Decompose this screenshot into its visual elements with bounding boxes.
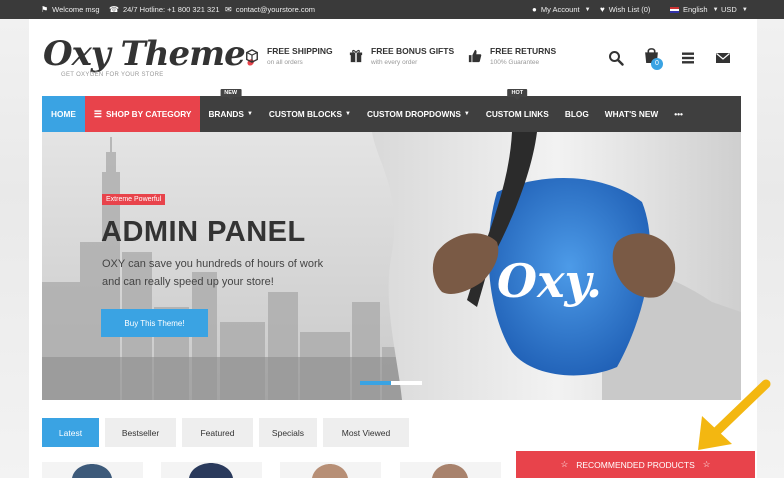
feature-free-returns: FREE RETURNS 100% Guarantee [468, 46, 556, 66]
tab-latest[interactable]: Latest [42, 418, 99, 447]
search-icon[interactable] [608, 50, 624, 66]
nav-blog[interactable]: BLOG [557, 96, 597, 132]
new-badge: NEW [220, 89, 242, 100]
menu-icon[interactable] [680, 50, 696, 66]
product-image [312, 464, 348, 478]
nav-home[interactable]: HOME [42, 96, 85, 132]
annotation-arrow-icon [698, 379, 771, 450]
logo-text: Oxy Theme [43, 34, 246, 74]
flag-uk-icon [670, 6, 679, 13]
product-image [189, 463, 233, 478]
nav-shop-by-category[interactable]: ☰ SHOP BY CATEGORY [84, 96, 201, 132]
star-icon: ☆ [560, 459, 569, 469]
slider-pagination [360, 381, 422, 385]
tab-bestseller[interactable]: Bestseller [105, 418, 176, 447]
user-icon: ● [532, 4, 537, 14]
mail-icon[interactable] [715, 50, 731, 66]
chevron-down-icon: ▼ [584, 6, 591, 13]
currency-selector[interactable]: USD ▼ [721, 0, 748, 19]
product-image [72, 464, 112, 478]
nav-more[interactable]: ••• [666, 96, 691, 132]
main-nav: HOME ☰ SHOP BY CATEGORY NEW BRANDS ▼ CUS… [42, 89, 741, 132]
hero-title: ADMIN PANEL [101, 216, 306, 248]
envelope-icon: ✉ [225, 4, 232, 14]
more-dots-icon[interactable]: ••• [674, 109, 683, 119]
product-thumbnail[interactable] [161, 462, 262, 478]
promo-tag: Extreme Powerful [102, 194, 166, 205]
hot-badge: HOT [507, 89, 528, 100]
nav-custom-dropdowns[interactable]: CUSTOM DROPDOWNS ▼ [359, 96, 478, 132]
feature-free-shipping: FREE SHIPPING on all orders [245, 46, 333, 66]
contact-email[interactable]: ✉ contact@yourstore.com [225, 0, 315, 19]
product-thumbnail[interactable] [400, 462, 501, 478]
tab-featured[interactable]: Featured [182, 418, 253, 447]
slider-dot[interactable] [391, 381, 422, 385]
chevron-down-icon: ▼ [712, 6, 719, 13]
shirt-logo-text: Oxy. [497, 254, 602, 308]
feature-free-bonus-gifts: FREE BONUS GIFTS with every order [349, 46, 454, 66]
my-account-menu[interactable]: ● My Account ▼ [532, 0, 591, 19]
star-icon: ☆ [702, 459, 711, 469]
recommended-products-bar[interactable]: ☆ RECOMMENDED PRODUCTS ☆ [516, 451, 755, 478]
wish-list-link[interactable]: ♥ Wish List (0) [600, 0, 650, 19]
product-tabs: Latest Bestseller Featured Specials Most… [42, 418, 409, 447]
caret-down-icon: ▼ [463, 111, 470, 117]
product-thumbnail[interactable] [280, 462, 381, 478]
nav-brands[interactable]: NEW BRANDS ▼ [200, 89, 260, 132]
phone-icon: ☎ [109, 4, 119, 14]
chevron-down-icon: ▼ [741, 6, 748, 13]
nav-custom-blocks[interactable]: CUSTOM BLOCKS ▼ [261, 96, 359, 132]
flag-icon: ⚑ [41, 4, 49, 14]
hero-description: OXY can save you hundreds of hours of wo… [102, 258, 324, 288]
welcome-message: ⚑ Welcome msg [41, 4, 100, 14]
page-container: Oxy Theme. GET OXYGEN FOR YOUR STORE FRE… [29, 19, 757, 478]
nav-custom-links[interactable]: HOT CUSTOM LINKS [478, 89, 557, 132]
buy-theme-button[interactable]: Buy This Theme! [101, 309, 208, 337]
box-icon [246, 49, 258, 63]
hotline: ☎ 24/7 Hotline: +1 800 321 321 [109, 4, 220, 14]
gift-icon [349, 49, 363, 63]
store-logo[interactable]: Oxy Theme. GET OXYGEN FOR YOUR STORE [43, 34, 257, 78]
caret-down-icon: ▼ [246, 111, 253, 117]
tab-most-viewed[interactable]: Most Viewed [323, 418, 409, 447]
heart-icon: ♥ [600, 4, 605, 14]
caret-down-icon: ▼ [345, 111, 351, 117]
cart-count-badge: 0 [651, 58, 663, 70]
hero-banner: Oxy. Extreme Powerful ADMIN PANEL OXY ca… [42, 132, 741, 400]
product-thumbnail[interactable] [42, 462, 143, 478]
tab-specials[interactable]: Specials [259, 418, 317, 447]
top-bar: ⚑ Welcome msg ☎ 24/7 Hotline: +1 800 321… [0, 0, 784, 19]
product-image [432, 464, 468, 478]
language-selector[interactable]: English ▼ [670, 0, 719, 19]
nav-whats-new[interactable]: WHAT'S NEW [597, 96, 666, 132]
thumbs-up-icon [468, 49, 482, 63]
hamburger-icon: ☰ [93, 108, 102, 119]
slider-dot-active[interactable] [360, 381, 391, 385]
